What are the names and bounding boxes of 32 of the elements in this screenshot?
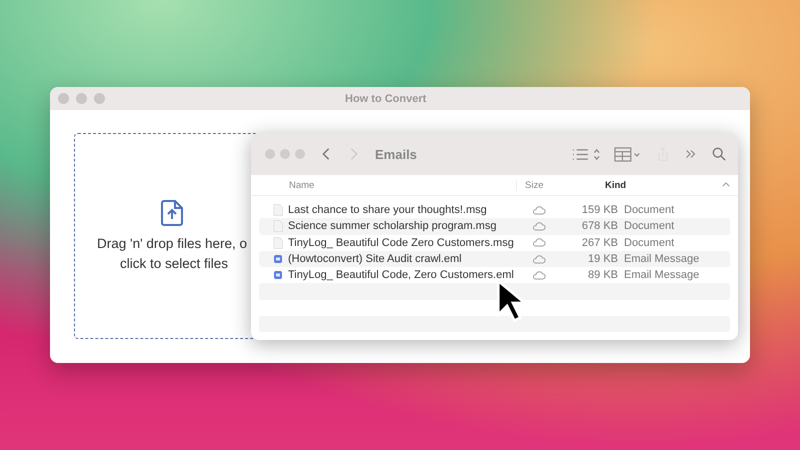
file-kind: Document	[624, 220, 674, 232]
folder-title: Emails	[375, 146, 417, 162]
zoom-button[interactable]	[94, 93, 105, 104]
column-header[interactable]: Size	[516, 180, 605, 190]
file-size: 19 KB	[587, 253, 618, 266]
cloud-icon	[532, 270, 546, 280]
file-kind: Email Message	[624, 253, 700, 266]
sort-caret-icon	[722, 182, 730, 187]
cloud-icon	[532, 254, 546, 264]
close-button[interactable]	[265, 149, 275, 159]
file-kind: Document	[624, 236, 674, 249]
minimize-button[interactable]	[280, 149, 290, 159]
cloud-icon	[532, 206, 546, 215]
minimize-button[interactable]	[76, 93, 87, 104]
file-kind: Email Message	[624, 269, 700, 282]
drop-instruction: click to select files	[120, 255, 228, 273]
list-view-icon[interactable]	[572, 146, 600, 162]
file-size: 267 KB	[580, 236, 618, 249]
group-view-icon[interactable]	[614, 146, 642, 162]
drop-instruction: Drag 'n' drop files here, o	[97, 235, 247, 253]
file-size: 89 KB	[587, 269, 618, 282]
file-kind: Document	[624, 204, 674, 216]
cloud-icon	[532, 222, 546, 231]
close-button[interactable]	[58, 93, 69, 104]
file-size: 678 KB	[580, 220, 618, 232]
column-header[interactable]: Kind	[605, 180, 626, 190]
file-size: 159 KB	[580, 204, 618, 216]
search-icon[interactable]	[712, 147, 726, 161]
window-title: How to Convert	[345, 92, 426, 104]
zoom-button[interactable]	[295, 149, 305, 159]
file-upload-icon	[160, 198, 184, 228]
cloud-icon	[532, 238, 546, 248]
